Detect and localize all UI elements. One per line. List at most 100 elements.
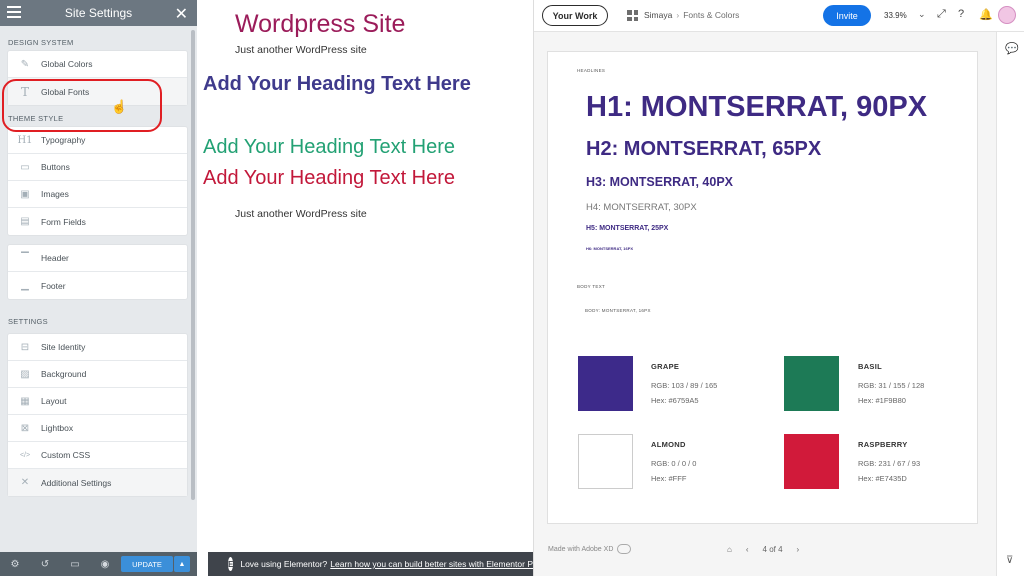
close-icon[interactable]: ✕ [175, 4, 188, 24]
next-page-icon[interactable]: › [797, 545, 800, 554]
responsive-icon[interactable]: ▭ [60, 559, 90, 570]
update-options-caret-icon[interactable]: ▲ [174, 556, 190, 572]
comment-icon[interactable]: 💬 [1005, 42, 1019, 55]
color-hex: Hex: #E7435D [858, 474, 907, 483]
home-icon[interactable]: ⌂ [727, 545, 732, 554]
expand-icon[interactable]: ⤢ [937, 8, 946, 21]
button-icon: ▭ [20, 161, 30, 173]
footer-icon: ▁ [21, 280, 29, 291]
color-swatch-raspberry [784, 434, 839, 489]
menu-item-background[interactable]: ▨ Background [8, 361, 187, 388]
screen: Site Settings ✕ DESIGN SYSTEM ✎ Global C… [0, 0, 1024, 576]
site-tagline: Just another WordPress site [235, 44, 367, 56]
breadcrumb-current: Fonts & Colors [683, 10, 740, 20]
menu-item-buttons[interactable]: ▭ Buttons [8, 154, 187, 181]
grid-view-icon[interactable] [627, 10, 638, 21]
heading-green[interactable]: Add Your Heading Text Here [203, 136, 455, 159]
color-swatch-almond [578, 434, 633, 489]
theme-style-group: H1 Typography ▭ Buttons ▣ Images ▤ Form … [8, 127, 187, 235]
preview-eye-icon[interactable]: ◉ [90, 559, 120, 570]
h5-sample: H5: MONTSERRAT, 25PX [586, 225, 669, 232]
menu-item-label: Layout [41, 396, 67, 406]
history-icon[interactable]: ↺ [30, 559, 60, 570]
breadcrumb: Simaya › Fonts & Colors [644, 10, 739, 20]
code-icon: </> [19, 451, 31, 459]
breadcrumb-root[interactable]: Simaya [644, 10, 672, 20]
layout-icon: ▦ [20, 395, 30, 407]
page-indicator: 4 of 4 [762, 545, 783, 554]
header-footer-group: ▔ Header ▁ Footer [8, 245, 187, 299]
identity-icon: ⊟ [20, 341, 30, 353]
artboard: HEADLINES H1: MONTSERRAT, 90PX H2: MONTS… [547, 51, 978, 524]
site-title[interactable]: Wordpress Site [235, 10, 405, 39]
menu-item-lightbox[interactable]: ⊠ Lightbox [8, 415, 187, 442]
menu-item-label: Typography [41, 135, 86, 145]
menu-item-label: Background [41, 369, 87, 379]
help-icon[interactable]: ? [958, 8, 964, 20]
menu-item-layout[interactable]: ▦ Layout [8, 388, 187, 415]
menu-item-images[interactable]: ▣ Images [8, 181, 187, 208]
color-swatch-basil [784, 356, 839, 411]
menu-item-global-colors[interactable]: ✎ Global Colors [8, 51, 187, 78]
color-rgb: RGB: 31 / 155 / 128 [858, 381, 925, 390]
section-settings: SETTINGS [8, 317, 48, 326]
update-button[interactable]: UPDATE [121, 556, 173, 572]
panel-scrollbar[interactable] [191, 30, 195, 500]
menu-item-footer[interactable]: ▁ Footer [8, 272, 187, 299]
xd-toolbar: Your Work Simaya › Fonts & Colors Invite 3… [534, 0, 1024, 32]
lightbox-icon: ⊠ [20, 422, 30, 434]
elementor-promo-bar: E Love using Elementor? Learn how you ca… [208, 552, 533, 576]
menu-item-site-identity[interactable]: ⊟ Site Identity [8, 334, 187, 361]
avatar[interactable] [998, 6, 1016, 24]
heading-red[interactable]: Add Your Heading Text Here [203, 167, 455, 190]
panel-title: Site Settings [64, 6, 133, 20]
previous-page-icon[interactable]: ‹ [746, 545, 749, 554]
hamburger-menu-icon[interactable] [7, 6, 21, 18]
h3-sample: H3: MONTSERRAT, 40PX [586, 175, 734, 189]
page-preview: Wordpress Site Just another WordPress si… [197, 0, 533, 552]
menu-item-form-fields[interactable]: ▤ Form Fields [8, 208, 187, 235]
your-work-button[interactable]: Your Work [542, 5, 608, 26]
menu-item-label: Images [41, 189, 69, 199]
menu-item-header[interactable]: ▔ Header [8, 245, 187, 272]
form-icon: ▤ [20, 216, 30, 227]
header-icon: ▔ [21, 252, 29, 264]
chevron-right-icon: › [676, 10, 680, 20]
section-design-system: DESIGN SYSTEM [8, 38, 74, 47]
menu-item-label: Global Colors [41, 59, 93, 69]
headlines-label: HEADLINES [577, 68, 606, 73]
menu-item-label: Additional Settings [41, 477, 112, 488]
h2-sample: H2: MONTSERRAT, 65PX [586, 138, 822, 160]
menu-item-label: Form Fields [41, 216, 86, 227]
body-sample: BODY: MONTSERRAT, 16PX [585, 308, 651, 313]
menu-item-label: Lightbox [41, 423, 74, 433]
zoom-level[interactable]: 33.9% [884, 11, 907, 20]
pin-icon[interactable]: ⊽ [1006, 555, 1013, 566]
color-hex: Hex: #6759A5 [651, 396, 699, 405]
h4-sample: H4: MONTSERRAT, 30PX [586, 202, 697, 213]
promo-link[interactable]: Learn how you can build better sites wit… [330, 559, 533, 569]
site-tagline-2: Just another WordPress site [235, 208, 367, 220]
menu-item-custom-css[interactable]: </> Custom CSS [8, 442, 187, 469]
color-hex: Hex: #FFF [651, 474, 687, 483]
elementor-logo-icon: E [228, 557, 234, 571]
menu-item-label: Footer [41, 280, 66, 291]
settings-group: ⊟ Site Identity ▨ Background ▦ Layout ⊠ … [8, 334, 187, 496]
color-name: RASPBERRY [858, 440, 908, 449]
color-rgb: RGB: 103 / 89 / 165 [651, 381, 718, 390]
panel-header: Site Settings ✕ [0, 0, 197, 26]
color-rgb: RGB: 231 / 67 / 93 [858, 459, 921, 468]
menu-item-additional-settings[interactable]: ✕ Additional Settings [8, 469, 187, 496]
brush-icon: ✎ [20, 58, 30, 70]
invite-button[interactable]: Invite [823, 5, 871, 26]
image-icon: ▣ [20, 188, 30, 200]
body-text-label: BODY TEXT [577, 284, 606, 289]
chevron-down-icon[interactable]: ⌄ [918, 9, 926, 20]
background-icon: ▨ [20, 368, 30, 380]
settings-gear-icon[interactable]: ⚙ [0, 559, 30, 570]
bell-icon[interactable]: 🔔 [979, 8, 993, 21]
heading-purple[interactable]: Add Your Heading Text Here [203, 73, 471, 96]
color-swatch-grape [578, 356, 633, 411]
heading-icon: H1 [17, 134, 33, 146]
menu-item-label: Site Identity [41, 342, 86, 352]
